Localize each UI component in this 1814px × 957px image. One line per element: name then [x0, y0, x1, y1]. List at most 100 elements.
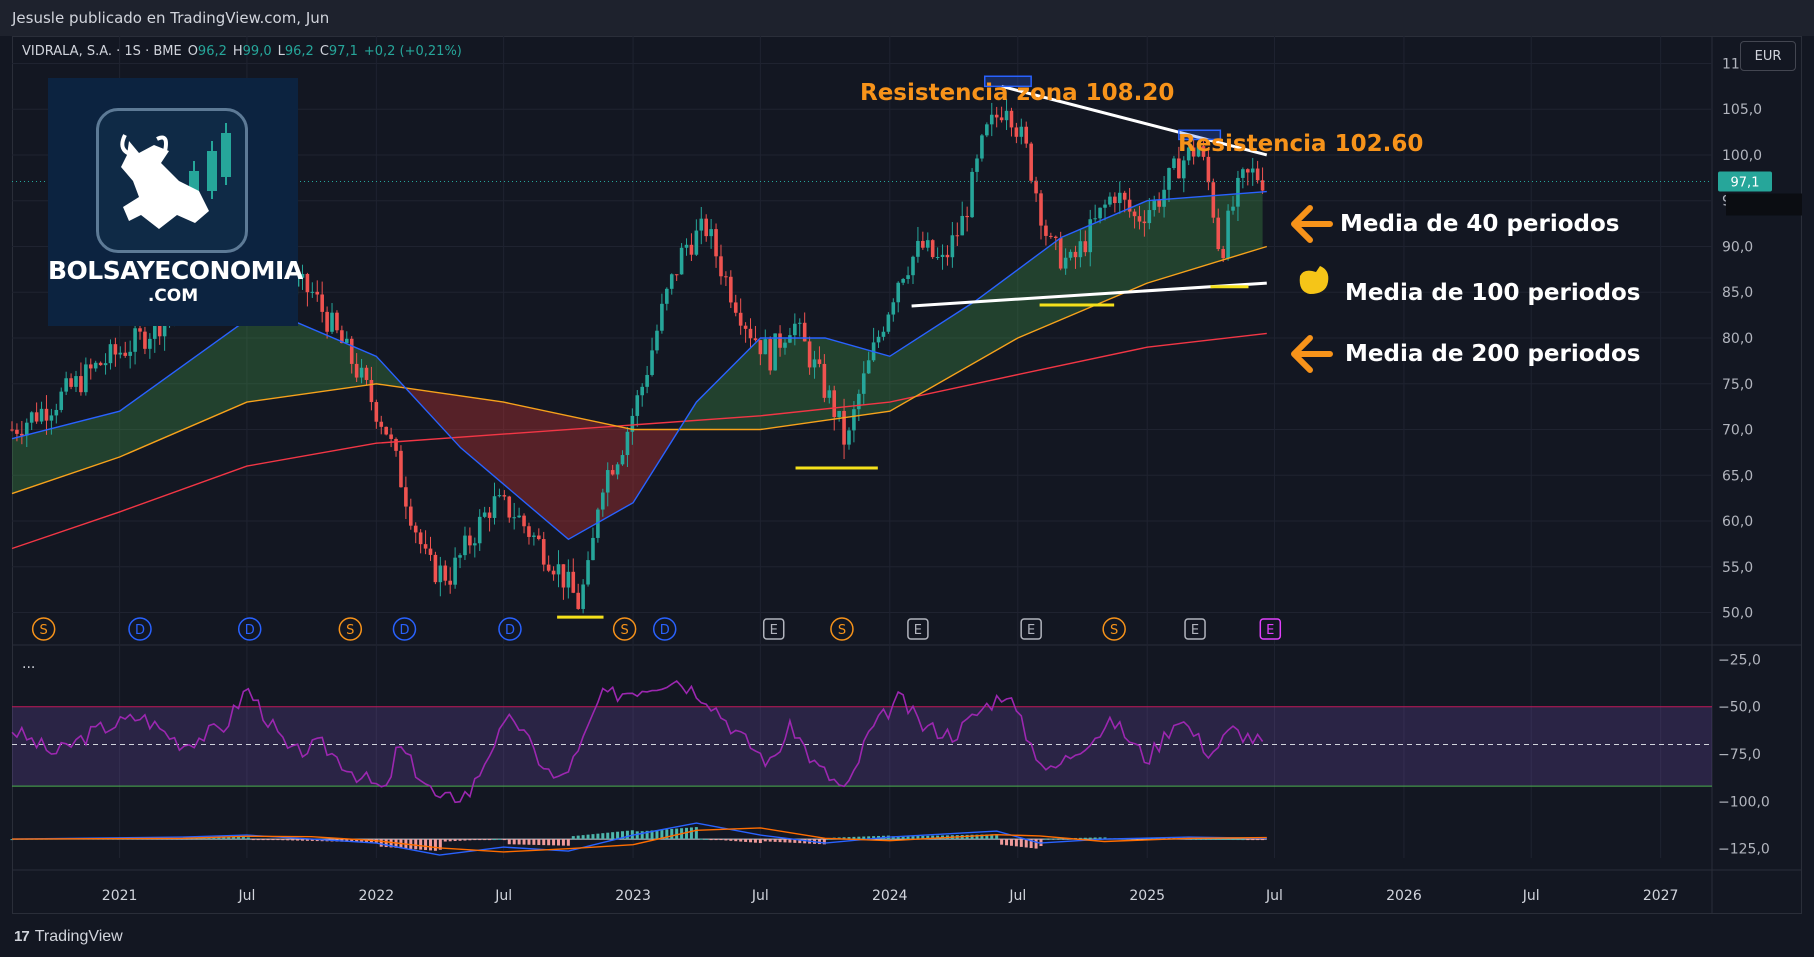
currency-button[interactable]: EUR — [1740, 41, 1796, 71]
candle-body — [305, 273, 310, 293]
macd-histogram-bar — [1216, 838, 1220, 840]
macd-histogram-bar — [1246, 839, 1250, 841]
candle-body — [714, 229, 718, 257]
macd-histogram-bar — [1211, 838, 1215, 840]
candle-body — [69, 378, 73, 387]
macd-histogram-bar — [571, 836, 575, 840]
candle-body — [733, 302, 738, 313]
candle-body — [428, 548, 433, 555]
candle-body — [409, 506, 413, 526]
earnings-event-label: E — [1266, 623, 1274, 638]
candle-body — [34, 412, 39, 422]
indicator-pane-menu[interactable]: ··· — [22, 660, 35, 676]
tradingview-brand[interactable]: TradingView — [35, 928, 123, 946]
macd-histogram-bar — [1049, 838, 1053, 840]
candle-body — [1241, 169, 1245, 178]
candle-body — [108, 344, 113, 364]
candle-body — [1049, 235, 1053, 237]
candle-body — [655, 330, 659, 351]
candle-body — [1152, 199, 1157, 211]
candle-body — [729, 276, 733, 303]
macd-histogram-bar — [1201, 838, 1205, 840]
candle-body — [975, 158, 979, 172]
price-tick-label: 80,0 — [1722, 331, 1753, 347]
candle-body — [935, 256, 940, 258]
macd-histogram-bar — [300, 839, 304, 841]
candle-body — [743, 325, 748, 329]
macd-histogram-bar — [734, 839, 738, 842]
candle-body — [468, 535, 472, 546]
macd-histogram-bar — [788, 839, 792, 843]
candle-body — [1108, 196, 1112, 205]
macd-histogram-bar — [670, 828, 674, 840]
candle-body — [1245, 169, 1250, 173]
time-tick-label: Jul — [494, 888, 512, 904]
macd-histogram-bar — [281, 839, 285, 841]
candle-body — [1014, 127, 1019, 137]
macd-histogram-bar — [547, 839, 551, 846]
candle-body — [49, 415, 54, 421]
macd-histogram-bar — [625, 830, 629, 840]
split-event-label: S — [838, 623, 846, 638]
candle-body — [1181, 160, 1186, 179]
macd-histogram-bar — [1000, 839, 1004, 845]
symbol-name[interactable]: VIDRALA, S.A. · 1S · BME — [22, 44, 182, 59]
candle-body — [123, 352, 128, 356]
time-tick-label: Jul — [751, 888, 769, 904]
candle-body — [10, 429, 14, 431]
macd-histogram-bar — [552, 839, 556, 846]
candle-body — [133, 328, 137, 352]
price-tick-label: 90,0 — [1722, 239, 1753, 255]
candle-body — [916, 240, 920, 257]
dividend-event-label: D — [660, 623, 670, 638]
candle-body — [650, 350, 654, 375]
resistance-108-label: Resistencia zona 108.20 — [860, 80, 1175, 106]
candle-body — [640, 386, 645, 396]
split-event-label: S — [346, 623, 354, 638]
candle-body — [1142, 221, 1147, 224]
candle-body — [113, 344, 118, 355]
candle-body — [724, 276, 728, 278]
price-tick-label: 50,0 — [1722, 606, 1753, 622]
macd-histogram-bar — [773, 839, 777, 842]
candle-body — [541, 539, 546, 565]
macd-histogram-bar — [1206, 838, 1210, 840]
candle-body — [591, 537, 595, 561]
macd-histogram-bar — [1221, 838, 1225, 840]
candle-body — [1226, 210, 1230, 259]
candle-body — [1113, 196, 1117, 204]
candle-body — [1083, 241, 1088, 253]
pointing-hand-icon — [1299, 266, 1329, 294]
macd-histogram-bar — [483, 839, 487, 841]
macd-histogram-bar — [753, 839, 757, 843]
candle-body — [1068, 251, 1073, 258]
logo-name: BOLSAYECONOMIA — [48, 256, 303, 285]
macd-histogram-bar — [1261, 839, 1265, 841]
candle-body — [522, 515, 526, 527]
ma200-label: Media de 200 periodos — [1345, 341, 1641, 367]
candle-body — [1093, 218, 1097, 220]
candle-body — [886, 314, 891, 332]
candle-body — [812, 359, 817, 368]
candle-body — [1132, 211, 1137, 217]
logo-domain: .COM — [147, 286, 199, 306]
macd-histogram-bar — [719, 839, 723, 841]
candle-body — [773, 333, 777, 371]
macd-histogram-bar — [473, 839, 477, 841]
candle-body — [689, 244, 694, 255]
macd-histogram-bar — [758, 839, 762, 844]
candle-body — [143, 331, 147, 349]
candle-body — [502, 495, 507, 497]
candle-body — [527, 526, 531, 537]
split-event-label: S — [620, 623, 628, 638]
candle-body — [876, 336, 881, 343]
candle-body — [1137, 216, 1142, 222]
low-value: 96,2 — [284, 44, 314, 59]
macd-histogram-bar — [522, 839, 526, 845]
candle-body — [674, 274, 679, 276]
candle-body — [793, 323, 797, 336]
candle-body — [955, 235, 960, 237]
candle-body — [610, 470, 615, 475]
macd-histogram-bar — [286, 839, 290, 841]
candle-body — [59, 391, 64, 410]
